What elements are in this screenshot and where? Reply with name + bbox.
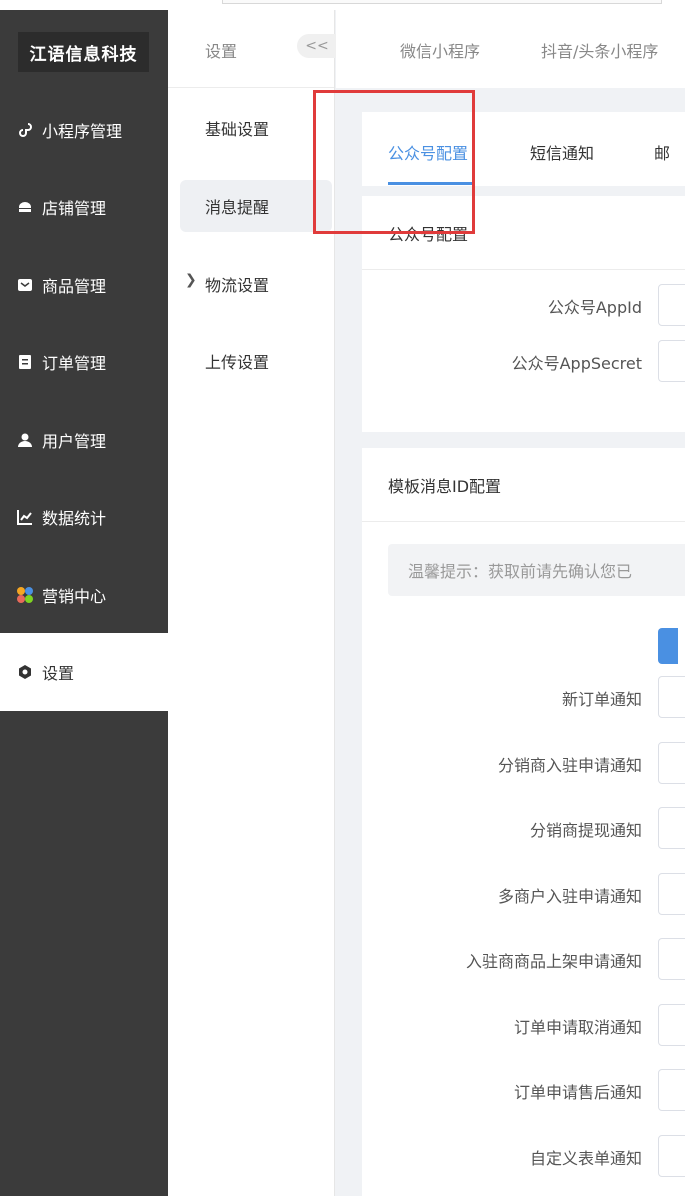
shop-icon bbox=[16, 198, 34, 216]
tip-banner: 温馨提示：获取前请先确认您已 bbox=[388, 544, 685, 596]
field-label: 分销商提现通知 bbox=[529, 821, 642, 840]
template-id-input[interactable] bbox=[658, 873, 685, 915]
main-sidebar: 江语信息科技 小程序管理 店铺管理 商品管理 订单管理 用户管理 数据统计 营销… bbox=[0, 10, 168, 1196]
template-id-input[interactable] bbox=[658, 1135, 685, 1177]
sidebar-item-label: 用户管理 bbox=[42, 432, 107, 451]
main-content: 公众号配置 短信通知 邮 公众号配置 公众号AppId 公众号AppSecret… bbox=[336, 88, 685, 1196]
sidebar-item-goods[interactable]: 商品管理 bbox=[0, 246, 168, 324]
message-tab-bar: 公众号配置 短信通知 邮 bbox=[362, 112, 685, 186]
active-tab-indicator bbox=[388, 182, 474, 185]
sidebar-item-label: 设置 bbox=[42, 664, 75, 683]
submenu-item-label: 物流设置 bbox=[205, 276, 270, 295]
chart-icon bbox=[16, 508, 34, 526]
sidebar-item-settings[interactable]: 设置 bbox=[0, 633, 168, 711]
sidebar-item-label: 数据统计 bbox=[42, 509, 107, 528]
sidebar-item-shop[interactable]: 店铺管理 bbox=[0, 168, 168, 246]
template-config-card: 模板消息ID配置 温馨提示：获取前请先确认您已 新订单通知 分销商入驻申请通知 … bbox=[362, 448, 685, 1196]
submenu-item-logistics[interactable]: ❯ 物流设置 bbox=[180, 258, 332, 310]
submenu-item-basic[interactable]: 基础设置 bbox=[180, 102, 332, 154]
tab-official-account[interactable]: 公众号配置 bbox=[388, 140, 468, 164]
submenu-item-label: 消息提醒 bbox=[205, 198, 270, 217]
submenu-item-message[interactable]: 消息提醒 bbox=[180, 180, 332, 232]
form-row-order-cancel: 订单申请取消通知 bbox=[362, 1004, 685, 1048]
appsecret-input[interactable] bbox=[658, 340, 685, 382]
tab-email[interactable]: 邮 bbox=[654, 140, 670, 164]
template-id-input[interactable] bbox=[658, 742, 685, 784]
order-icon bbox=[16, 353, 34, 371]
sidebar-item-label: 营销中心 bbox=[42, 587, 107, 606]
form-row-appsecret: 公众号AppSecret bbox=[362, 340, 685, 384]
section-title: 公众号配置 bbox=[362, 196, 685, 270]
marketing-icon bbox=[16, 586, 34, 604]
field-label: 公众号AppSecret bbox=[511, 354, 642, 373]
field-label: 公众号AppId bbox=[547, 298, 642, 317]
sidebar-item-mini-program[interactable]: 小程序管理 bbox=[0, 91, 168, 169]
form-row-new-order: 新订单通知 bbox=[362, 676, 685, 720]
form-row-merchant-apply: 多商户入驻申请通知 bbox=[362, 873, 685, 917]
sidebar-item-stats[interactable]: 数据统计 bbox=[0, 478, 168, 556]
submenu-item-label: 基础设置 bbox=[205, 120, 270, 139]
settings-submenu: 设置 << 基础设置 消息提醒 ❯ 物流设置 上传设置 bbox=[168, 10, 337, 1196]
tab-sms[interactable]: 短信通知 bbox=[530, 140, 594, 164]
tab-wechat-mini-program[interactable]: 微信小程序 bbox=[400, 38, 480, 62]
field-label: 自定义表单通知 bbox=[529, 1149, 642, 1168]
chevron-right-icon: ❯ bbox=[185, 272, 197, 288]
form-row-appid: 公众号AppId bbox=[362, 284, 685, 328]
user-icon bbox=[16, 431, 34, 449]
platform-tab-bar: 微信小程序 抖音/头条小程序 bbox=[336, 10, 685, 88]
form-row-distributor-withdraw: 分销商提现通知 bbox=[362, 807, 685, 851]
field-label: 入驻商商品上架申请通知 bbox=[465, 952, 642, 971]
submenu-title: 设置 bbox=[205, 42, 238, 61]
template-id-input[interactable] bbox=[658, 676, 685, 718]
section-title: 模板消息ID配置 bbox=[362, 448, 685, 522]
sidebar-item-label: 店铺管理 bbox=[42, 199, 107, 218]
submenu-item-label: 上传设置 bbox=[205, 353, 270, 372]
sidebar-item-marketing[interactable]: 营销中心 bbox=[0, 556, 168, 634]
appid-input[interactable] bbox=[658, 284, 685, 326]
field-label: 订单申请售后通知 bbox=[513, 1083, 642, 1102]
form-row-distributor-apply: 分销商入驻申请通知 bbox=[362, 742, 685, 786]
submenu-item-upload[interactable]: 上传设置 bbox=[180, 335, 332, 387]
sidebar-item-label: 订单管理 bbox=[42, 354, 107, 373]
mini-program-icon bbox=[16, 121, 34, 139]
tab-douyin-mini-program[interactable]: 抖音/头条小程序 bbox=[541, 38, 658, 62]
field-label: 分销商入驻申请通知 bbox=[497, 756, 642, 775]
form-row-goods-listing: 入驻商商品上架申请通知 bbox=[362, 938, 685, 982]
field-label: 订单申请取消通知 bbox=[513, 1018, 642, 1037]
template-id-input[interactable] bbox=[658, 807, 685, 849]
sidebar-item-label: 小程序管理 bbox=[42, 122, 123, 141]
sidebar-item-label: 商品管理 bbox=[42, 277, 107, 296]
goods-icon bbox=[16, 276, 34, 294]
template-id-input[interactable] bbox=[658, 1069, 685, 1111]
browser-top-strip bbox=[0, 0, 685, 10]
template-id-input[interactable] bbox=[658, 938, 685, 980]
field-label: 新订单通知 bbox=[561, 690, 642, 709]
sidebar-item-order[interactable]: 订单管理 bbox=[0, 323, 168, 401]
template-id-input[interactable] bbox=[658, 1004, 685, 1046]
settings-icon bbox=[16, 663, 34, 681]
collapse-button[interactable]: << bbox=[297, 34, 337, 58]
field-label: 多商户入驻申请通知 bbox=[497, 887, 642, 906]
address-bar-edge bbox=[222, 0, 662, 4]
form-row-after-sale: 订单申请售后通知 bbox=[362, 1069, 685, 1113]
fetch-template-button[interactable] bbox=[658, 628, 678, 664]
official-account-card: 公众号配置 公众号AppId 公众号AppSecret bbox=[362, 196, 685, 432]
brand-logo: 江语信息科技 bbox=[18, 32, 149, 72]
form-row-custom-form: 自定义表单通知 bbox=[362, 1135, 685, 1179]
sidebar-item-user[interactable]: 用户管理 bbox=[0, 401, 168, 479]
submenu-header: 设置 << bbox=[168, 10, 337, 88]
